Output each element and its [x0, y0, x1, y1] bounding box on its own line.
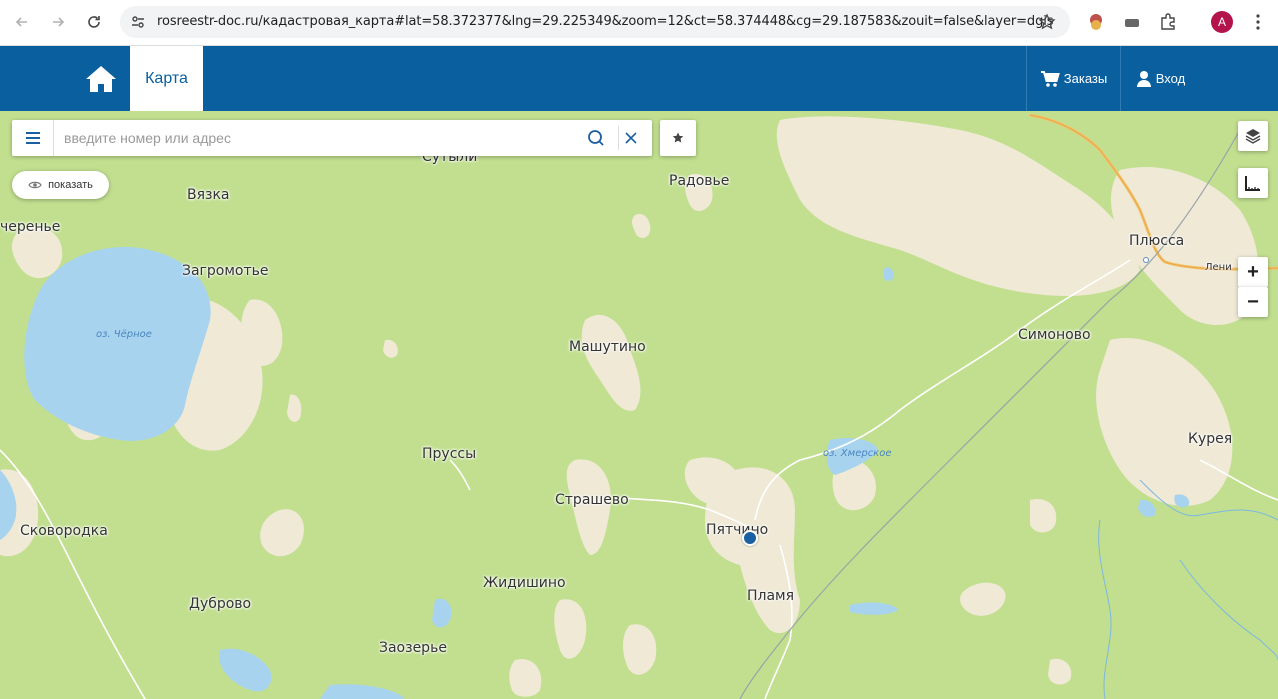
star-icon [672, 132, 684, 143]
back-button[interactable] [8, 8, 36, 36]
search-panel [12, 120, 652, 156]
search-button[interactable] [584, 126, 608, 150]
forward-button[interactable] [44, 8, 72, 36]
bookmark-star-icon[interactable] [1038, 13, 1056, 31]
map-canvas[interactable]: Сутыли Радовье Вязка черенье Загромотье … [0, 111, 1278, 699]
place-label: Заозерье [379, 640, 447, 656]
home-button[interactable] [80, 46, 122, 111]
layers-button[interactable] [1238, 121, 1268, 151]
favorites-button[interactable] [660, 120, 696, 156]
place-label: Курея [1188, 431, 1233, 447]
place-label: Загромотье [182, 263, 269, 279]
ruler-button[interactable] [1238, 168, 1268, 198]
place-label: Пятчино [706, 522, 769, 538]
place-label: Жидишино [483, 575, 566, 591]
place-label: Сковородка [20, 523, 108, 539]
browser-menu-icon[interactable] [1246, 10, 1270, 34]
place-label: Плюсса [1129, 233, 1185, 249]
show-button[interactable]: показать [12, 171, 109, 199]
login-label: Вход [1155, 71, 1186, 86]
cart-icon [1040, 70, 1060, 87]
orders-label: Заказы [1063, 71, 1108, 86]
location-marker[interactable] [742, 530, 758, 546]
url-text: rosreestr-doc.ru/кадастровая_карта#lat=5… [157, 14, 1054, 29]
place-label: Пламя [747, 588, 795, 604]
place-label: Симоново [1018, 327, 1091, 343]
zoom-out-button[interactable]: − [1238, 287, 1268, 317]
clear-button[interactable] [618, 126, 642, 150]
tab-map[interactable]: Карта [130, 46, 203, 111]
user-icon [1136, 70, 1151, 87]
place-label: Радовье [669, 173, 730, 189]
place-label: Вязка [187, 187, 230, 203]
arrow-left-icon [15, 17, 27, 27]
close-icon [624, 132, 637, 144]
reload-icon [88, 16, 100, 28]
layers-icon [1245, 129, 1261, 144]
street-label: Лени [1205, 262, 1232, 273]
search-input[interactable] [64, 128, 584, 148]
site-header: Карта Заказы Вход [0, 46, 1278, 111]
profile-avatar[interactable]: A [1211, 11, 1233, 33]
place-label: Пруссы [422, 446, 477, 462]
site-settings-icon[interactable] [130, 14, 146, 30]
extension-avatar-icon[interactable] [1084, 10, 1108, 34]
search-icon [588, 130, 604, 146]
home-icon [86, 65, 116, 92]
address-bar[interactable]: rosreestr-doc.ru/кадастровая_карта#lat=5… [120, 6, 1070, 38]
lake-label: оз. Хмерское [823, 448, 892, 459]
hamburger-icon [25, 132, 40, 144]
reload-button[interactable] [80, 8, 108, 36]
show-label: показать [48, 179, 93, 191]
browser-toolbar: rosreestr-doc.ru/кадастровая_карта#lat=5… [0, 0, 1278, 46]
extensions-puzzle-icon[interactable] [1156, 10, 1180, 34]
place-label: Страшево [555, 492, 629, 508]
ruler-icon [1245, 176, 1260, 191]
place-label: Дуброво [189, 596, 252, 612]
zoom-in-button[interactable]: + [1238, 257, 1268, 287]
place-label: черенье [0, 219, 61, 235]
lake-label: оз. Чёрное [96, 329, 152, 340]
menu-button[interactable] [12, 120, 54, 156]
extension-hat-icon[interactable] [1120, 10, 1144, 34]
place-label: Машутино [569, 339, 646, 355]
arrow-right-icon [53, 17, 65, 27]
eye-icon [28, 181, 42, 189]
orders-button[interactable]: Заказы [1026, 46, 1120, 111]
login-button[interactable]: Вход [1120, 46, 1200, 111]
